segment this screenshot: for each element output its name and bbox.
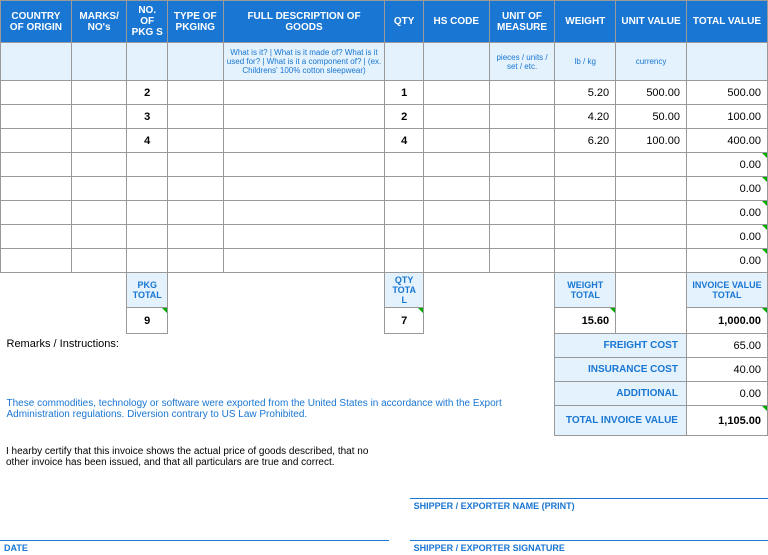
invoice-table: COUNTRY OF ORIGIN MARKS/ NO's NO. OF PKG… (0, 0, 768, 436)
qty-total-label: QTY TOTA L (385, 273, 423, 308)
table-row: 0.00 (1, 153, 768, 177)
cert-text: I hearby certify that this invoice shows… (0, 442, 389, 498)
table-row: 324.2050.00100.00 (1, 105, 768, 129)
hint-uom: pieces / units / set / etc. (489, 43, 555, 81)
shipper-sig-label: SHIPPER / EXPORTER SIGNATURE (410, 541, 768, 555)
freight-value[interactable]: 65.00 (686, 334, 767, 358)
total-invoice-value: 1,105.00 (686, 406, 767, 436)
col-pkgs: NO. OF PKG S (127, 1, 167, 43)
total-invoice-label: TOTAL INVOICE VALUE (555, 406, 687, 436)
freight-label: FREIGHT COST (555, 334, 687, 358)
insurance-label: INSURANCE COST (555, 358, 687, 382)
pkg-total: 9 (127, 308, 167, 334)
table-row: 0.00 (1, 225, 768, 249)
hint-curr: currency (616, 43, 687, 81)
hint-desc: What is it? | What is it made of? What i… (223, 43, 385, 81)
table-row: 215.20500.00500.00 (1, 81, 768, 105)
insurance-value[interactable]: 40.00 (686, 358, 767, 382)
hint-weight: lb / kg (555, 43, 616, 81)
col-desc: FULL DESCRIPTION OF GOODS (223, 1, 385, 43)
weight-total-label: WEIGHT TOTAL (555, 273, 616, 308)
col-unitval: UNIT VALUE (616, 1, 687, 43)
weight-total: 15.60 (555, 308, 616, 334)
qty-total: 7 (385, 308, 423, 334)
remarks-label: Remarks / Instructions: (1, 334, 555, 382)
invoice-total-label: INVOICE VALUE TOTAL (686, 273, 767, 308)
shipper-name-label: SHIPPER / EXPORTER NAME (PRINT) (410, 498, 768, 513)
col-pkging: TYPE OF PKGING (167, 1, 223, 43)
col-uom: UNIT OF MEASURE (489, 1, 555, 43)
table-row: 446.20100.00400.00 (1, 129, 768, 153)
hint-cell (1, 43, 72, 81)
signature-block: I hearby certify that this invoice shows… (0, 442, 768, 555)
shipper-name-field[interactable] (410, 442, 768, 498)
pkg-total-label: PKG TOTAL (127, 273, 167, 308)
col-qty: QTY (385, 1, 423, 43)
col-country: COUNTRY OF ORIGIN (1, 1, 72, 43)
date-label: DATE (0, 541, 389, 555)
date-field[interactable] (0, 513, 389, 541)
col-totval: TOTAL VALUE (686, 1, 767, 43)
disclaimer: These commodities, technology or softwar… (1, 382, 555, 436)
invoice-total: 1,000.00 (686, 308, 767, 334)
shipper-sig-field[interactable] (410, 513, 768, 541)
additional-value[interactable]: 0.00 (686, 382, 767, 406)
additional-label: ADDITIONAL (555, 382, 687, 406)
table-row: 0.00 (1, 177, 768, 201)
col-weight: WEIGHT (555, 1, 616, 43)
table-row: 0.00 (1, 249, 768, 273)
col-marks: MARKS/ NO's (71, 1, 127, 43)
col-hs: HS CODE (423, 1, 489, 43)
table-row: 0.00 (1, 201, 768, 225)
